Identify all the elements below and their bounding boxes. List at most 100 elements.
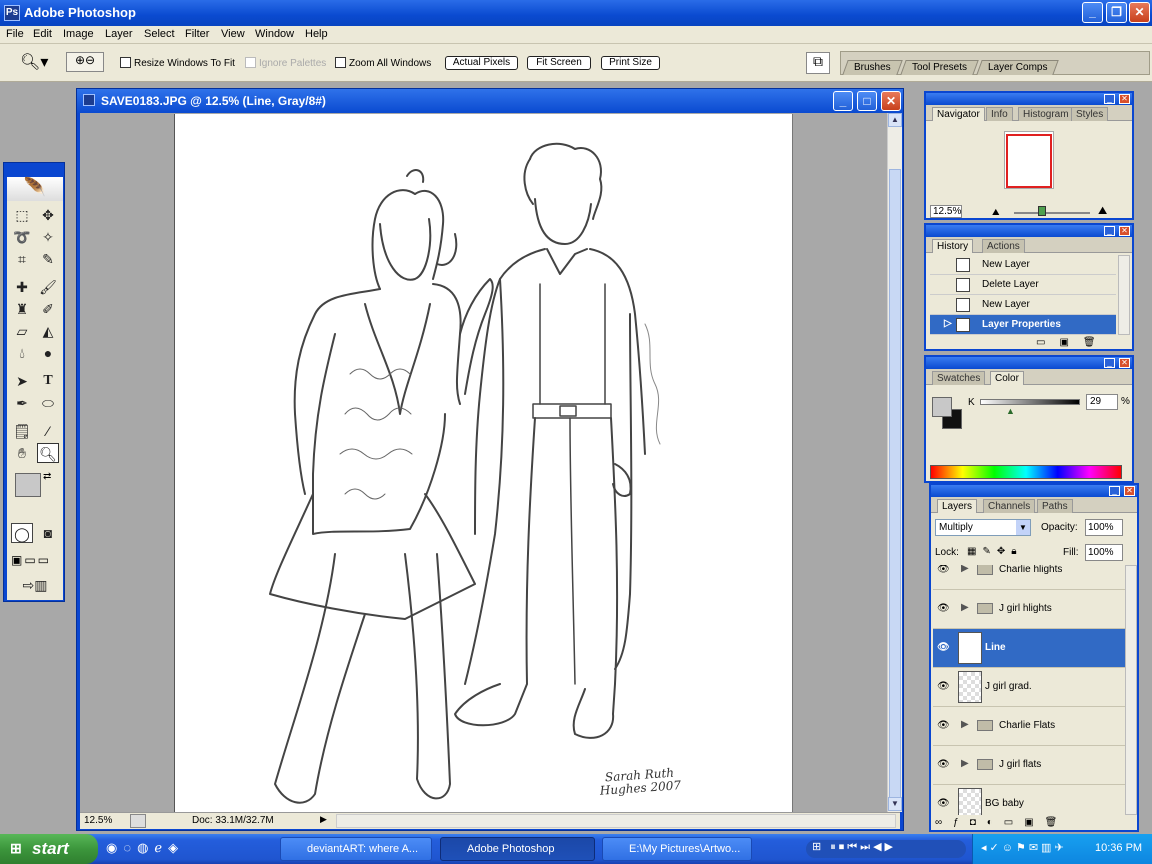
tab-navigator[interactable]: Navigator [932,107,985,121]
tab-tool-presets[interactable]: Tool Presets [900,60,979,75]
menu-edit[interactable]: Edit [33,28,52,40]
zoom-slider-handle[interactable] [1038,206,1046,216]
expand-icon[interactable]: ▶ [961,602,969,613]
tab-paths[interactable]: Paths [1037,499,1073,513]
scroll-up-icon[interactable]: ▲ [888,113,902,127]
clone-stamp-icon[interactable]: ♜ [11,299,33,319]
zoom-tool-icon[interactable]: 🔍︎ [37,443,59,463]
fill-field[interactable]: 100% [1085,544,1123,561]
k-slider-handle[interactable]: ▲ [1006,406,1015,416]
zoom-in-mountain-icon[interactable]: ⛰ [1098,205,1107,218]
zoom-tool-preset-icon[interactable]: 🔍︎▾ [20,52,48,72]
layers-footer-icons[interactable]: ∞ƒ◘◐▭▣🗑︎ [935,817,1068,828]
expand-icon[interactable]: ▶ [961,565,969,574]
tab-styles[interactable]: Styles [1071,107,1109,121]
panel-close-button[interactable]: ✕ [1119,358,1130,368]
doc-minimize-button[interactable]: _ [833,91,853,111]
eye-icon[interactable]: 👁︎ [937,798,950,809]
magic-wand-icon[interactable]: ✧ [37,227,59,247]
taskbar-item-photoshop[interactable]: Adobe Photoshop [440,837,595,861]
layer-row[interactable]: 👁︎ J girl grad. [933,668,1125,707]
doc-close-button[interactable]: ✕ [881,91,901,111]
eye-icon[interactable]: 👁︎ [937,603,950,614]
file-browser-icon[interactable]: ⧉ [806,52,830,74]
scroll-thumb[interactable] [889,169,901,809]
path-selection-icon[interactable]: ➤ [11,371,33,391]
opacity-field[interactable]: 100% [1085,519,1123,536]
eraser-icon[interactable]: ▱ [11,321,33,341]
status-menu-icon[interactable] [130,814,146,828]
layer-row-selected[interactable]: 👁︎ Line [933,629,1125,668]
tab-history[interactable]: History [932,239,974,253]
zoom-all-windows-checkbox[interactable]: Zoom All Windows [335,57,431,69]
layer-row[interactable]: 👁︎ ▶ J girl hlights [933,590,1125,629]
history-item-selected[interactable]: ▷ Layer Properties [930,315,1116,335]
menu-file[interactable]: File [6,28,24,40]
scroll-down-icon[interactable]: ▼ [888,797,902,811]
zoom-out-icon[interactable]: ⊖ [85,53,95,67]
tab-swatches[interactable]: Swatches [932,371,986,385]
menu-image[interactable]: Image [63,28,94,40]
menu-view[interactable]: View [221,28,245,40]
lock-move-icon[interactable]: ✥ [997,546,1011,557]
menu-layer[interactable]: Layer [105,28,133,40]
blur-tool-icon[interactable]: 💧︎ [11,343,33,363]
lock-options[interactable]: ▦✎✥🔒︎ [967,546,1023,557]
panel-close-button[interactable]: ✕ [1124,486,1135,496]
horizontal-scrollbar[interactable] [336,814,896,828]
start-button[interactable]: ⊞ start [0,834,98,864]
history-scrollbar[interactable] [1118,255,1130,335]
k-channel-slider[interactable] [980,399,1080,405]
dodge-tool-icon[interactable]: ● [37,343,59,363]
navigator-zoom-slider[interactable] [1014,212,1090,214]
healing-brush-icon[interactable]: ✚ [11,277,33,297]
lock-icon[interactable]: 🔒︎ [1011,546,1022,557]
hand-tool-icon[interactable]: ✋︎ [11,443,33,463]
slice-tool-icon[interactable]: ✎ [37,249,59,269]
crop-tool-icon[interactable]: ⌗ [11,249,33,269]
status-arrow-icon[interactable]: ▶ [320,814,332,828]
eye-icon[interactable]: 👁︎ [937,720,950,731]
tab-layer-comps[interactable]: Layer Comps [976,60,1060,75]
quick-mask-icon[interactable]: ◙ [37,523,59,543]
notes-tool-icon[interactable]: 🗒︎ [11,421,33,441]
canvas-image[interactable]: Sarah Ruth Hughes 2007 [174,114,793,812]
lock-transparency-icon[interactable]: ▦ [967,546,982,557]
resize-windows-checkbox[interactable]: Resize Windows To Fit [120,57,235,69]
move-icon[interactable]: ✥ [37,205,59,225]
menu-select[interactable]: Select [144,28,175,40]
blend-mode-select[interactable]: Multiply ▼ [935,519,1031,536]
swap-colors-icon[interactable]: ⇄ [43,471,51,482]
zoom-in-icon[interactable]: ⊕ [75,53,85,67]
tab-actions[interactable]: Actions [982,239,1025,253]
paint-bucket-icon[interactable]: ◭ [37,321,59,341]
type-tool-icon[interactable]: T [37,371,59,391]
navigator-thumbnail[interactable] [1004,131,1054,189]
history-item[interactable]: New Layer [930,295,1116,315]
history-item[interactable]: Delete Layer [930,275,1116,295]
layer-row[interactable]: 👁︎ BG baby [933,785,1125,815]
eye-icon[interactable]: 👁︎ [937,642,950,653]
close-button[interactable]: ✕ [1129,2,1150,23]
brush-icon[interactable]: 🖌︎ [37,277,59,297]
panel-close-button[interactable]: ✕ [1119,94,1130,104]
fit-screen-button[interactable]: Fit Screen [527,56,591,70]
lasso-tool-icon[interactable]: ➰ [11,227,33,247]
eye-icon[interactable]: 👁︎ [937,681,950,692]
history-brush-icon[interactable]: ✐ [37,299,59,319]
color-foreground-swatch[interactable] [932,397,952,417]
marquee-tool-icon[interactable]: ⬚ [11,205,33,225]
layers-scrollbar[interactable] [1125,565,1137,815]
k-value-field[interactable]: 29 [1086,394,1118,410]
menu-help[interactable]: Help [305,28,328,40]
navigator-zoom-field[interactable]: 12.5% [930,205,962,218]
navigator-view-box[interactable] [1006,134,1052,188]
media-player-controls[interactable]: ⊞ ⏸⏹⏮⏭◀▶ [806,840,966,858]
expand-icon[interactable]: ▶ [961,719,969,730]
tray-icons[interactable]: ◂✓☺⚑✉▥✈ [981,841,1067,854]
layer-row[interactable]: 👁︎ ▶ J girl flats [933,746,1125,785]
standard-mode-icon[interactable]: ◯ [11,523,33,543]
panel-minimize-button[interactable]: _ [1109,486,1120,496]
layer-row[interactable]: 👁︎ ▶ Charlie Flats [933,707,1125,746]
minimize-button[interactable]: _ [1082,2,1103,23]
